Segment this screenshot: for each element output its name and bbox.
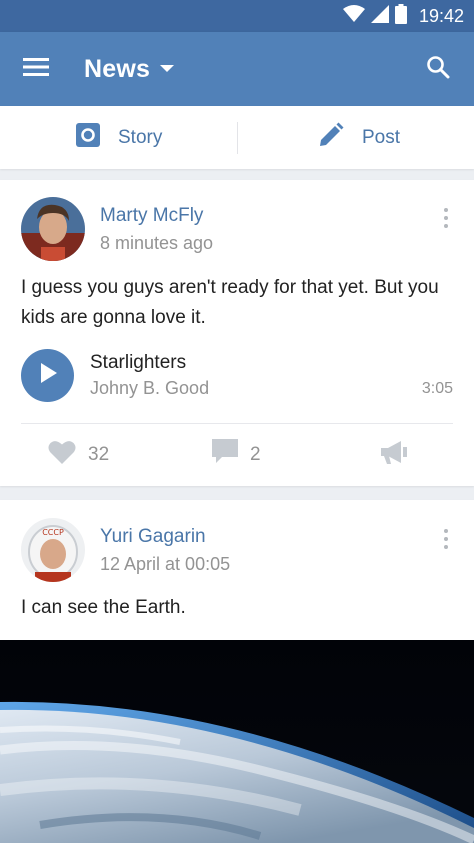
status-icons: 19:42 — [342, 0, 464, 32]
audio-title: Starlighters — [90, 352, 187, 373]
post-text: I can see the Earth. — [21, 597, 186, 618]
audio-artist: Johny B. Good — [90, 378, 210, 398]
author-name[interactable]: Marty McFly — [100, 205, 203, 227]
story-button[interactable]: Story — [76, 106, 162, 169]
hamburger-icon — [23, 57, 49, 82]
dropdown-arrow-icon — [160, 60, 175, 78]
comment-count: 2 — [250, 444, 261, 465]
composer-divider — [237, 122, 238, 154]
battery-icon — [394, 3, 407, 29]
post-text: I guess you guys aren't ready for that y… — [21, 277, 439, 328]
post-card: Marty McFly 8 minutes ago I guess you gu… — [0, 180, 474, 486]
megaphone-icon — [381, 440, 407, 470]
post-button[interactable]: Post — [318, 106, 400, 169]
story-label: Story — [118, 126, 163, 148]
post-card: CCCP Yuri Gagarin 12 April at 00:05 I ca… — [0, 500, 474, 843]
svg-text:CCCP: CCCP — [42, 528, 64, 537]
comment-button[interactable]: 2 — [212, 438, 261, 472]
post-time: 8 minutes ago — [100, 233, 214, 253]
post-label: Post — [362, 126, 401, 148]
search-button[interactable] — [416, 47, 460, 91]
more-dot — [444, 208, 448, 212]
post-photo[interactable] — [0, 640, 474, 843]
page-title: News — [84, 54, 151, 83]
pencil-icon — [318, 122, 344, 154]
author-name[interactable]: Yuri Gagarin — [100, 526, 206, 548]
more-dot — [444, 537, 448, 541]
like-button[interactable]: 32 — [48, 438, 109, 472]
like-count: 32 — [88, 444, 110, 465]
more-options-button[interactable] — [436, 203, 456, 233]
search-icon — [426, 55, 450, 84]
heart-icon — [48, 440, 76, 470]
play-icon — [39, 363, 57, 388]
camera-icon — [76, 122, 100, 153]
more-dot — [444, 224, 448, 228]
status-bar: 19:42 — [0, 0, 474, 32]
avatar[interactable]: CCCP — [21, 518, 85, 582]
actions-divider — [21, 423, 453, 424]
post-time: 12 April at 00:05 — [100, 554, 231, 574]
more-dot — [444, 216, 448, 220]
more-options-button[interactable] — [436, 524, 456, 554]
feed-selector[interactable]: News — [84, 52, 175, 86]
status-time: 19:42 — [418, 5, 464, 26]
share-button[interactable] — [381, 438, 407, 472]
comment-icon — [212, 439, 238, 471]
app-bar: News — [0, 32, 474, 106]
menu-button[interactable] — [14, 47, 58, 91]
composer-bar: Story Post — [0, 106, 474, 169]
signal-icon — [370, 4, 389, 28]
wifi-icon — [342, 4, 365, 28]
more-dot — [444, 529, 448, 533]
more-dot — [444, 545, 448, 549]
play-button[interactable] — [21, 349, 74, 402]
audio-attachment[interactable]: Starlighters Johny B. Good 3:05 — [21, 349, 453, 405]
audio-duration: 3:05 — [421, 380, 453, 397]
avatar[interactable] — [21, 197, 85, 261]
